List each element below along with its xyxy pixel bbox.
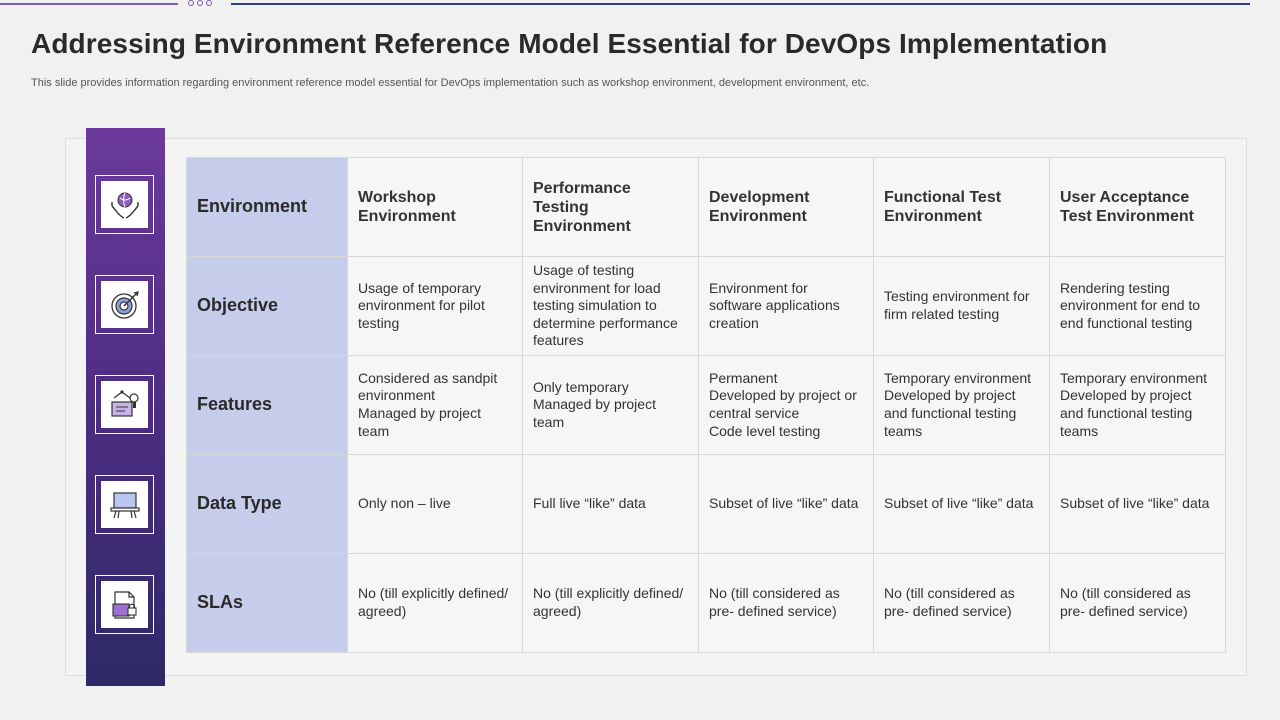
table-row: Data Type Only non – live Full live “lik… xyxy=(186,454,1226,554)
table-row: Features Considered as sandpit environme… xyxy=(186,355,1226,455)
feature-line: Managed by project team xyxy=(533,396,656,430)
feature-line: Code level testing xyxy=(709,422,821,439)
table-cell: No (till explicitly defined/ agreed) xyxy=(347,553,523,653)
top-dots-decoration xyxy=(188,0,212,6)
feature-line: Temporary environment xyxy=(884,369,1032,386)
feature-line: Developed by project and functional test… xyxy=(884,387,1017,439)
feature-line: Only temporary xyxy=(533,378,629,395)
column-header: Workshop Environment xyxy=(347,157,523,257)
feature-line: Developed by project and functional test… xyxy=(1060,387,1193,439)
dot xyxy=(188,0,194,6)
feature-line: Temporary environment xyxy=(1060,369,1208,386)
icon-sidebar xyxy=(86,128,165,686)
table-cell: Environment for software applications cr… xyxy=(698,256,874,356)
icon-box-environment xyxy=(95,175,154,234)
feature-line: Considered as sandpit environment xyxy=(358,369,498,404)
table-cell: Testing environment for firm related tes… xyxy=(873,256,1050,356)
row-header-environment: Environment xyxy=(186,157,348,257)
column-header: User Acceptance Test Environment xyxy=(1049,157,1226,257)
slide-subtitle: This slide provides information regardin… xyxy=(31,77,870,89)
design-tools-icon xyxy=(110,389,139,417)
icon-box-slas xyxy=(95,575,154,634)
feature-line: Managed by project team xyxy=(358,405,481,439)
column-header: Performance Testing Environment xyxy=(522,157,699,257)
table-cell: Rendering testing environment for end to… xyxy=(1049,256,1226,356)
table-cell: Temporary environment Developed by proje… xyxy=(873,355,1050,455)
icon-box-features xyxy=(95,375,154,434)
table-cell: No (till considered as pre- defined serv… xyxy=(1049,553,1226,653)
table-cell: Usage of temporary environment for pilot… xyxy=(347,256,523,356)
top-accent-line-left xyxy=(0,3,178,5)
column-header: Functional Test Environment xyxy=(873,157,1050,257)
top-accent-line-right xyxy=(231,3,1250,5)
laptop-hands-icon xyxy=(109,491,140,518)
table-cell: Only temporary Managed by project team xyxy=(522,355,699,455)
table-row: SLAs No (till explicitly defined/ agreed… xyxy=(186,553,1226,653)
table-row: Objective Usage of temporary environment… xyxy=(186,256,1226,356)
table-cell: No (till considered as pre- defined serv… xyxy=(698,553,874,653)
table-cell: Subset of live “like” data xyxy=(698,454,874,554)
document-lock-icon xyxy=(111,590,137,619)
table-cell: No (till considered as pre- defined serv… xyxy=(873,553,1050,653)
slide-title: Addressing Environment Reference Model E… xyxy=(31,28,1108,59)
row-header-data-type: Data Type xyxy=(186,454,348,554)
environment-reference-table: Environment Workshop Environment Perform… xyxy=(186,157,1226,653)
feature-line: Permanent xyxy=(709,369,778,386)
table-cell: Temporary environment Developed by proje… xyxy=(1049,355,1226,455)
column-header: Development Environment xyxy=(698,157,874,257)
table-cell: Subset of live “like” data xyxy=(1049,454,1226,554)
dot xyxy=(197,0,203,6)
icon-box-data-type xyxy=(95,475,154,534)
table-cell: Only non – live xyxy=(347,454,523,554)
table-cell: Usage of testing environment for load te… xyxy=(522,256,699,356)
feature-line: Developed by project or central service xyxy=(709,387,857,421)
table-cell: Subset of live “like” data xyxy=(873,454,1050,554)
table-row: Environment Workshop Environment Perform… xyxy=(186,157,1226,257)
table-cell: No (till explicitly defined/ agreed) xyxy=(522,553,699,653)
icon-box-objective xyxy=(95,275,154,334)
table-cell: Permanent Developed by project or centra… xyxy=(698,355,874,455)
row-header-objective: Objective xyxy=(186,256,348,356)
globe-hands-icon xyxy=(110,192,139,219)
target-icon xyxy=(110,290,139,319)
row-header-features: Features xyxy=(186,355,348,455)
row-header-slas: SLAs xyxy=(186,553,348,653)
table-cell: Full live “like” data xyxy=(522,454,699,554)
dot xyxy=(206,0,212,6)
table-cell: Considered as sandpit environment Manage… xyxy=(347,355,523,455)
